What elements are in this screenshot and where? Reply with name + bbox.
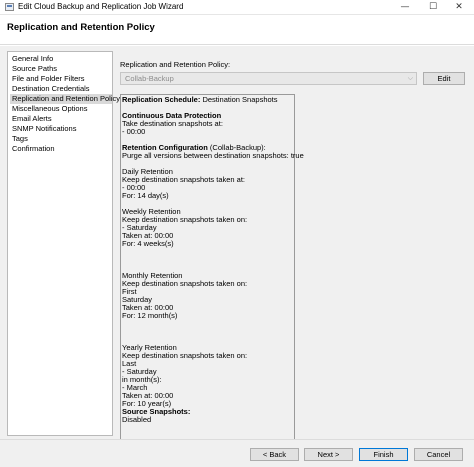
close-button[interactable]: ✕ <box>446 0 472 15</box>
back-button[interactable]: < Back <box>250 448 299 461</box>
monthly-line: Keep destination snapshots taken on: <box>122 279 248 288</box>
policy-selected-value: Collab-Backup <box>125 74 174 83</box>
edit-policy-button[interactable]: Edit <box>423 72 465 85</box>
nav-item-miscellaneous-options[interactable]: Miscellaneous Options <box>10 104 112 114</box>
next-button[interactable]: Next > <box>304 448 353 461</box>
wizard-footer: < Back Next > Finish Cancel <box>0 439 474 467</box>
policy-dropdown[interactable]: Collab-Backup ⌵ <box>120 72 417 85</box>
maximize-button[interactable]: ☐ <box>420 0 446 15</box>
wizard-nav: General Info Source Paths File and Folde… <box>7 51 120 436</box>
wizard-header: Replication and Retention Policy <box>0 15 474 45</box>
nav-item-tags[interactable]: Tags <box>10 134 112 144</box>
nav-item-confirmation[interactable]: Confirmation <box>10 144 112 154</box>
nav-item-source-paths[interactable]: Source Paths <box>10 64 112 74</box>
purge-line: Purge all versions between destination s… <box>122 151 304 160</box>
daily-duration: For: 14 day(s) <box>122 191 169 200</box>
nav-item-destination-credentials[interactable]: Destination Credentials <box>10 84 112 94</box>
schedule-line: Replication Schedule: Destination Snapsh… <box>122 95 278 104</box>
policy-label: Replication and Retention Policy: <box>120 60 231 69</box>
nav-item-snmp-notifications[interactable]: SNMP Notifications <box>10 124 112 134</box>
window-title: Edit Cloud Backup and Replication Job Wi… <box>18 2 184 11</box>
source-snapshots-value: Disabled <box>122 415 152 424</box>
cdp-time: - 00:00 <box>122 127 146 136</box>
cancel-button[interactable]: Cancel <box>414 448 463 461</box>
app-icon <box>5 3 14 11</box>
nav-item-replication-retention-policy[interactable]: Replication and Retention Policy <box>10 94 120 104</box>
policy-details-panel: Replication Schedule: Destination Snapsh… <box>120 94 304 467</box>
nav-item-general-info[interactable]: General Info <box>10 54 112 64</box>
nav-item-file-folder-filters[interactable]: File and Folder Filters <box>10 74 112 84</box>
minimize-button[interactable]: — <box>392 0 418 15</box>
chevron-down-icon: ⌵ <box>407 74 413 82</box>
nav-item-email-alerts[interactable]: Email Alerts <box>10 114 112 124</box>
wizard-content: General Info Source Paths File and Folde… <box>0 46 474 467</box>
yearly-line: Keep destination snapshots taken on: <box>122 351 248 360</box>
monthly-duration: For: 12 month(s) <box>122 311 178 320</box>
weekly-duration: For: 4 weeks(s) <box>122 239 174 248</box>
finish-button[interactable]: Finish <box>359 448 408 461</box>
page-title: Replication and Retention Policy <box>7 22 155 33</box>
title-bar: Edit Cloud Backup and Replication Job Wi… <box>0 0 474 15</box>
